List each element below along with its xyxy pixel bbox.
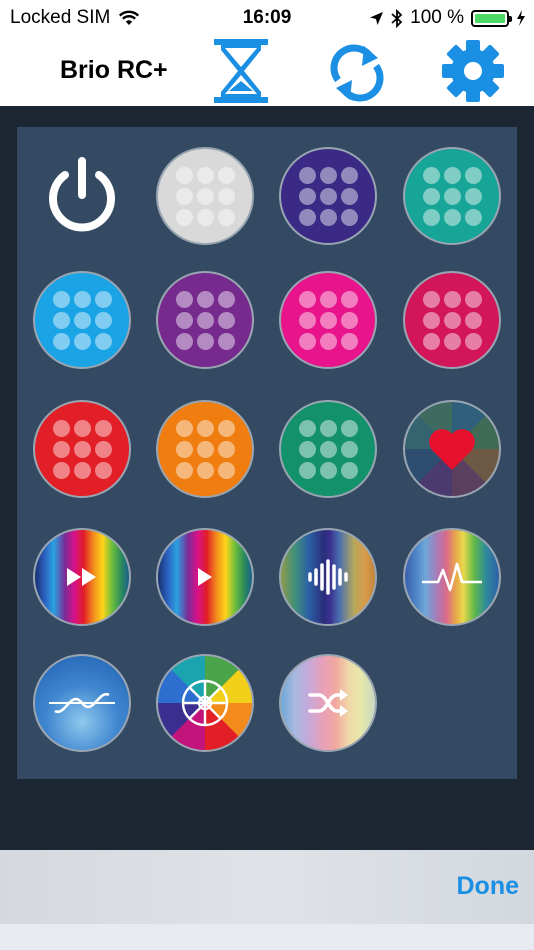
shuffle-mode-button[interactable] — [279, 654, 377, 752]
dots-grid — [175, 290, 235, 350]
sound-mode-button[interactable] — [279, 528, 377, 626]
color-button-white[interactable] — [156, 147, 254, 245]
wave-mode-button[interactable] — [33, 654, 131, 752]
heartbeat-icon — [422, 562, 482, 592]
app-title: Brio RC+ — [60, 56, 168, 84]
main-area — [0, 106, 534, 850]
shuffle-icon — [308, 689, 348, 717]
play-icon — [198, 568, 212, 586]
power-icon — [49, 157, 115, 232]
nav-bar: Brio RC+ — [0, 36, 534, 106]
bottom-toolbar: Done — [0, 850, 534, 924]
color-wheel-button[interactable] — [156, 654, 254, 752]
color-button-indigo[interactable] — [279, 147, 377, 245]
play-button[interactable] — [156, 528, 254, 626]
color-button-red[interactable] — [33, 400, 131, 498]
favorites-button[interactable] — [403, 400, 501, 498]
done-button[interactable]: Done — [457, 872, 520, 901]
charging-bolt-icon — [517, 10, 525, 26]
location-arrow-icon — [370, 11, 384, 25]
battery-fill — [475, 13, 505, 23]
hourglass-icon[interactable] — [208, 38, 274, 104]
color-button-magenta[interactable] — [279, 271, 377, 369]
color-button-green[interactable] — [279, 400, 377, 498]
dots-grid — [298, 166, 358, 226]
dots-grid — [422, 166, 482, 226]
sine-wave-icon — [49, 692, 115, 714]
sound-wave-icon — [308, 559, 348, 595]
color-button-orange[interactable] — [156, 400, 254, 498]
fast-forward-icon — [67, 568, 96, 586]
color-button-crimson[interactable] — [403, 271, 501, 369]
refresh-icon[interactable] — [324, 40, 390, 106]
dots-grid — [298, 419, 358, 479]
color-button-sky-blue[interactable] — [33, 271, 131, 369]
heartbeat-mode-button[interactable] — [403, 528, 501, 626]
fast-forward-button[interactable] — [33, 528, 131, 626]
dots-grid — [52, 290, 112, 350]
status-right: 100 % — [369, 7, 526, 29]
dots-grid — [175, 419, 235, 479]
color-button-teal[interactable] — [403, 147, 501, 245]
battery-icon — [471, 9, 512, 27]
dots-grid — [175, 166, 235, 226]
color-button-purple[interactable] — [156, 271, 254, 369]
heart-icon — [429, 429, 475, 470]
battery-percent: 100 % — [410, 7, 464, 28]
dots-grid — [52, 419, 112, 479]
bottom-strip — [0, 924, 534, 950]
status-bar: Locked SIM 16:09 100 % — [0, 0, 534, 36]
bluetooth-icon — [391, 8, 403, 28]
dots-grid — [422, 290, 482, 350]
dots-grid — [298, 290, 358, 350]
power-button[interactable] — [33, 147, 131, 245]
gear-icon[interactable] — [440, 38, 506, 104]
color-wheel-icon — [181, 679, 229, 727]
mode-panel — [17, 127, 517, 779]
